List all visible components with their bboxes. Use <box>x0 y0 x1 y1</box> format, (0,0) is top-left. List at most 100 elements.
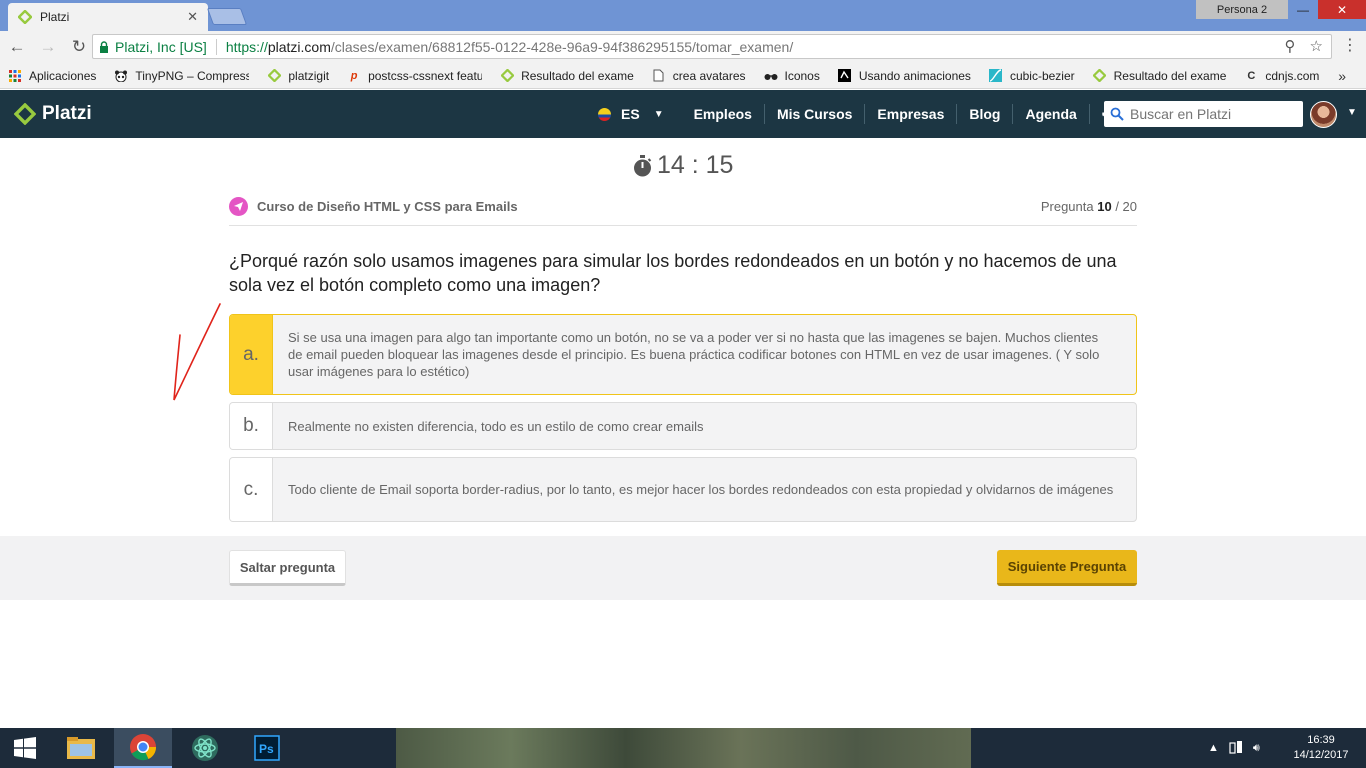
bookmarks-overflow-icon[interactable]: » <box>1338 68 1346 84</box>
handdrawn-checkmark-annotation <box>173 303 221 401</box>
bookmark-item[interactable]: Resultado del exame <box>500 69 634 83</box>
exam-action-bar <box>0 536 1366 600</box>
answer-text: Todo cliente de Email soporta border-rad… <box>288 482 1114 497</box>
profile-button[interactable]: Persona 2 <box>1196 0 1288 19</box>
volume-icon[interactable]: 🔊︎ <box>1253 742 1260 755</box>
bookmark-item[interactable]: cubic-bezier <box>989 69 1075 83</box>
search-icon <box>1110 107 1124 121</box>
course-row: Curso de Diseño HTML y CSS para Emails P… <box>229 197 1137 226</box>
browser-tab-strip: Platzi ✕ Persona 2 — ❐ ✕ <box>0 0 1366 31</box>
bookmark-label: Resultado del exame <box>1113 68 1227 83</box>
bookmark-item[interactable]: Resultado del exame <box>1093 68 1227 83</box>
skip-question-button[interactable]: Saltar pregunta <box>229 550 346 586</box>
clock-time: 16:39 <box>1307 734 1335 746</box>
url-scheme: https:// <box>225 38 268 55</box>
omnibox-actions: ⚲ ☆ <box>1285 37 1323 55</box>
taskbar-wallpaper <box>396 728 971 768</box>
close-window-icon[interactable]: ✕ <box>1318 0 1366 19</box>
next-question-button[interactable]: Siguiente Pregunta <box>997 550 1137 586</box>
platzi-search[interactable] <box>1104 101 1303 127</box>
bookmark-label: platzigit <box>288 68 330 83</box>
mdn-icon <box>838 69 852 83</box>
bookmark-star-icon[interactable]: ☆ <box>1310 37 1323 55</box>
platzi-icon <box>267 69 281 83</box>
cdnjs-icon: C <box>1247 69 1256 82</box>
apps-grid-icon <box>8 69 22 83</box>
platzi-logo-text: Platzi <box>42 103 92 124</box>
system-tray: ▲ 🔊︎ <box>1208 728 1260 768</box>
search-input[interactable] <box>1130 106 1295 122</box>
address-bar[interactable]: Platzi, Inc [US] https://platzi.com/clas… <box>92 34 1332 59</box>
taskbar-clock[interactable]: 16:39 14/12/2017 <box>1290 733 1352 763</box>
question-current: 10 <box>1097 199 1112 214</box>
postcss-icon: p <box>350 69 358 82</box>
question-total: / 20 <box>1111 199 1137 214</box>
nav-mis-cursos[interactable]: Mis Cursos <box>765 104 866 124</box>
secure-label: Platzi, Inc [US] <box>115 38 207 55</box>
stopwatch-icon <box>634 154 652 176</box>
bookmark-item[interactable]: Ccdnjs.com <box>1244 69 1319 83</box>
new-tab-button[interactable] <box>206 8 248 25</box>
reload-icon[interactable]: ↻ <box>65 33 93 61</box>
answer-option-c[interactable]: c. Todo cliente de Email soporta border-… <box>229 457 1137 522</box>
platzi-icon <box>1093 69 1107 83</box>
network-icon[interactable] <box>1229 740 1243 757</box>
course-name: Curso de Diseño HTML y CSS para Emails <box>257 199 518 214</box>
bookmark-label: Iconos <box>784 68 820 83</box>
nav-empleos[interactable]: Empleos <box>682 104 765 124</box>
question-label: Pregunta <box>1040 199 1094 214</box>
glasses-icon <box>764 69 778 83</box>
nav-empresas[interactable]: Empresas <box>865 104 958 124</box>
bookmark-item[interactable]: crea avatares <box>652 69 746 83</box>
bookmark-label: postcss-cssnext featu <box>368 68 483 83</box>
url-host: platzi.com <box>267 38 331 55</box>
browser-tab-platzi[interactable]: Platzi ✕ <box>8 3 208 31</box>
bookmark-item[interactable]: platzigit <box>267 69 329 83</box>
tray-expand-icon[interactable]: ▲ <box>1208 742 1219 754</box>
zoom-icon[interactable]: ⚲ <box>1285 37 1296 55</box>
platzi-logo[interactable]: Platzi <box>14 103 92 125</box>
bookmark-item[interactable]: Aplicaciones <box>8 69 96 83</box>
answer-letter: a. <box>230 315 273 394</box>
back-arrow-icon[interactable]: ← <box>3 33 31 61</box>
platzi-header: Platzi ES ▼ Empleos Mis Cursos Empresas … <box>0 90 1366 138</box>
chrome-taskbar-icon[interactable] <box>114 728 172 768</box>
answer-option-b[interactable]: b. Realmente no existen diferencia, todo… <box>229 402 1137 450</box>
answer-text: Realmente no existen diferencia, todo es… <box>288 418 704 434</box>
minimize-icon[interactable]: — <box>1290 0 1316 19</box>
answer-option-a[interactable]: a. Si se usa una imagen para algo tan im… <box>229 314 1137 395</box>
bookmark-item[interactable]: p postcss-cssnext featu <box>347 69 482 83</box>
bookmarks-bar: Aplicaciones TinyPNG – Compress platzigit p… <box>0 63 1366 89</box>
tab-title: Platzi <box>40 10 70 24</box>
bookmark-item[interactable]: Usando animaciones <box>838 69 971 83</box>
user-avatar[interactable] <box>1310 101 1337 128</box>
nav-blog[interactable]: Blog <box>957 104 1014 124</box>
answer-text: Si se usa una imagen para algo tan impor… <box>288 330 1100 379</box>
browser-toolbar: ← → ↻ Platzi, Inc [US] https://platzi.co… <box>0 31 1366 63</box>
file-explorer-icon[interactable] <box>52 728 110 768</box>
bookmark-label: cdnjs.com <box>1265 68 1320 83</box>
forward-arrow-icon[interactable]: → <box>34 33 62 61</box>
tab-close-icon[interactable]: ✕ <box>187 9 198 25</box>
bookmark-item[interactable]: Iconos <box>764 69 820 83</box>
colombia-flag-icon <box>598 107 611 121</box>
language-selector[interactable]: ES ▼ <box>598 106 682 122</box>
nav-agenda[interactable]: Agenda <box>1013 104 1090 124</box>
windows-taskbar: Ps ▲ 🔊︎ 16:39 14/12/2017 <box>0 728 1366 768</box>
photoshop-icon[interactable]: Ps <box>238 728 296 768</box>
clock-date: 14/12/2017 <box>1293 749 1349 761</box>
omnibox-divider <box>215 38 217 55</box>
svg-text:Ps: Ps <box>259 742 274 756</box>
avatar-chevron-down-icon[interactable]: ▼ <box>1347 107 1357 118</box>
language-label: ES <box>621 106 640 122</box>
course-badge-icon <box>229 197 248 216</box>
atom-editor-icon[interactable] <box>176 728 234 768</box>
curve-icon <box>989 69 1003 83</box>
platzi-logo-icon <box>14 103 36 125</box>
chrome-menu-icon[interactable]: ⋮ <box>1340 35 1360 59</box>
url-path: /clases/examen/68812f55-0122-428e-96a9-9… <box>330 38 794 55</box>
bookmark-label: Resultado del exame <box>521 68 634 83</box>
exam-timer: 14 : 15 <box>632 151 733 180</box>
windows-start-icon[interactable] <box>0 728 50 768</box>
bookmark-item[interactable]: TinyPNG – Compress <box>114 69 249 83</box>
